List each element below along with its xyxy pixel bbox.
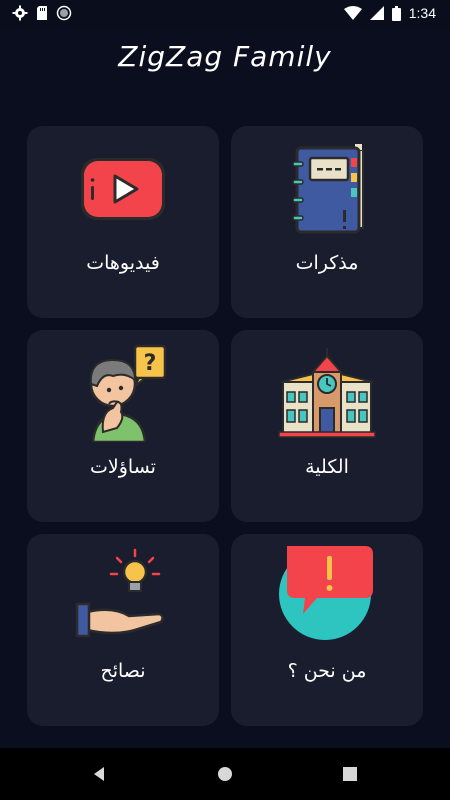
svg-text:?: ? bbox=[144, 351, 157, 376]
battery-icon bbox=[391, 5, 401, 21]
about-label: من نحن ؟ bbox=[287, 660, 367, 682]
questions-label: تساؤلات bbox=[90, 456, 156, 478]
questions-card[interactable]: ? تساؤلات bbox=[27, 330, 219, 522]
alert-chat-icon bbox=[279, 546, 373, 640]
record-icon bbox=[56, 5, 72, 21]
menu-grid: فيديوهات مذكرات ? تساؤلات الكلية نصائح م… bbox=[27, 126, 423, 726]
notes-card[interactable]: مذكرات bbox=[231, 126, 423, 318]
back-icon[interactable] bbox=[90, 764, 110, 784]
college-label: الكلية bbox=[305, 456, 349, 478]
status-left bbox=[12, 5, 72, 21]
videos-card[interactable]: فيديوهات bbox=[27, 126, 219, 318]
wifi-icon bbox=[343, 6, 362, 20]
gear-icon bbox=[12, 5, 28, 21]
recents-icon[interactable] bbox=[340, 764, 360, 784]
sd-card-icon bbox=[37, 6, 47, 20]
hand-lightbulb-icon bbox=[75, 548, 164, 638]
videos-label: فيديوهات bbox=[86, 252, 160, 274]
app-title: ZigZag Family bbox=[118, 40, 332, 73]
college-card[interactable]: الكلية bbox=[231, 330, 423, 522]
tips-card[interactable]: نصائح bbox=[27, 534, 219, 726]
notes-label: مذكرات bbox=[295, 252, 359, 274]
signal-icon bbox=[369, 6, 384, 20]
about-card[interactable]: من نحن ؟ bbox=[231, 534, 423, 726]
youtube-play-icon bbox=[81, 158, 165, 220]
thinking-person-icon: ? bbox=[89, 344, 167, 442]
status-time: 1:34 bbox=[408, 5, 436, 21]
home-icon[interactable] bbox=[215, 764, 235, 784]
status-bar: 1:34 bbox=[0, 0, 450, 28]
status-right: 1:34 bbox=[343, 5, 436, 21]
notebook-icon bbox=[292, 144, 364, 234]
tips-label: نصائح bbox=[100, 660, 146, 682]
navigation-bar bbox=[0, 748, 450, 800]
college-building-icon bbox=[278, 348, 376, 438]
